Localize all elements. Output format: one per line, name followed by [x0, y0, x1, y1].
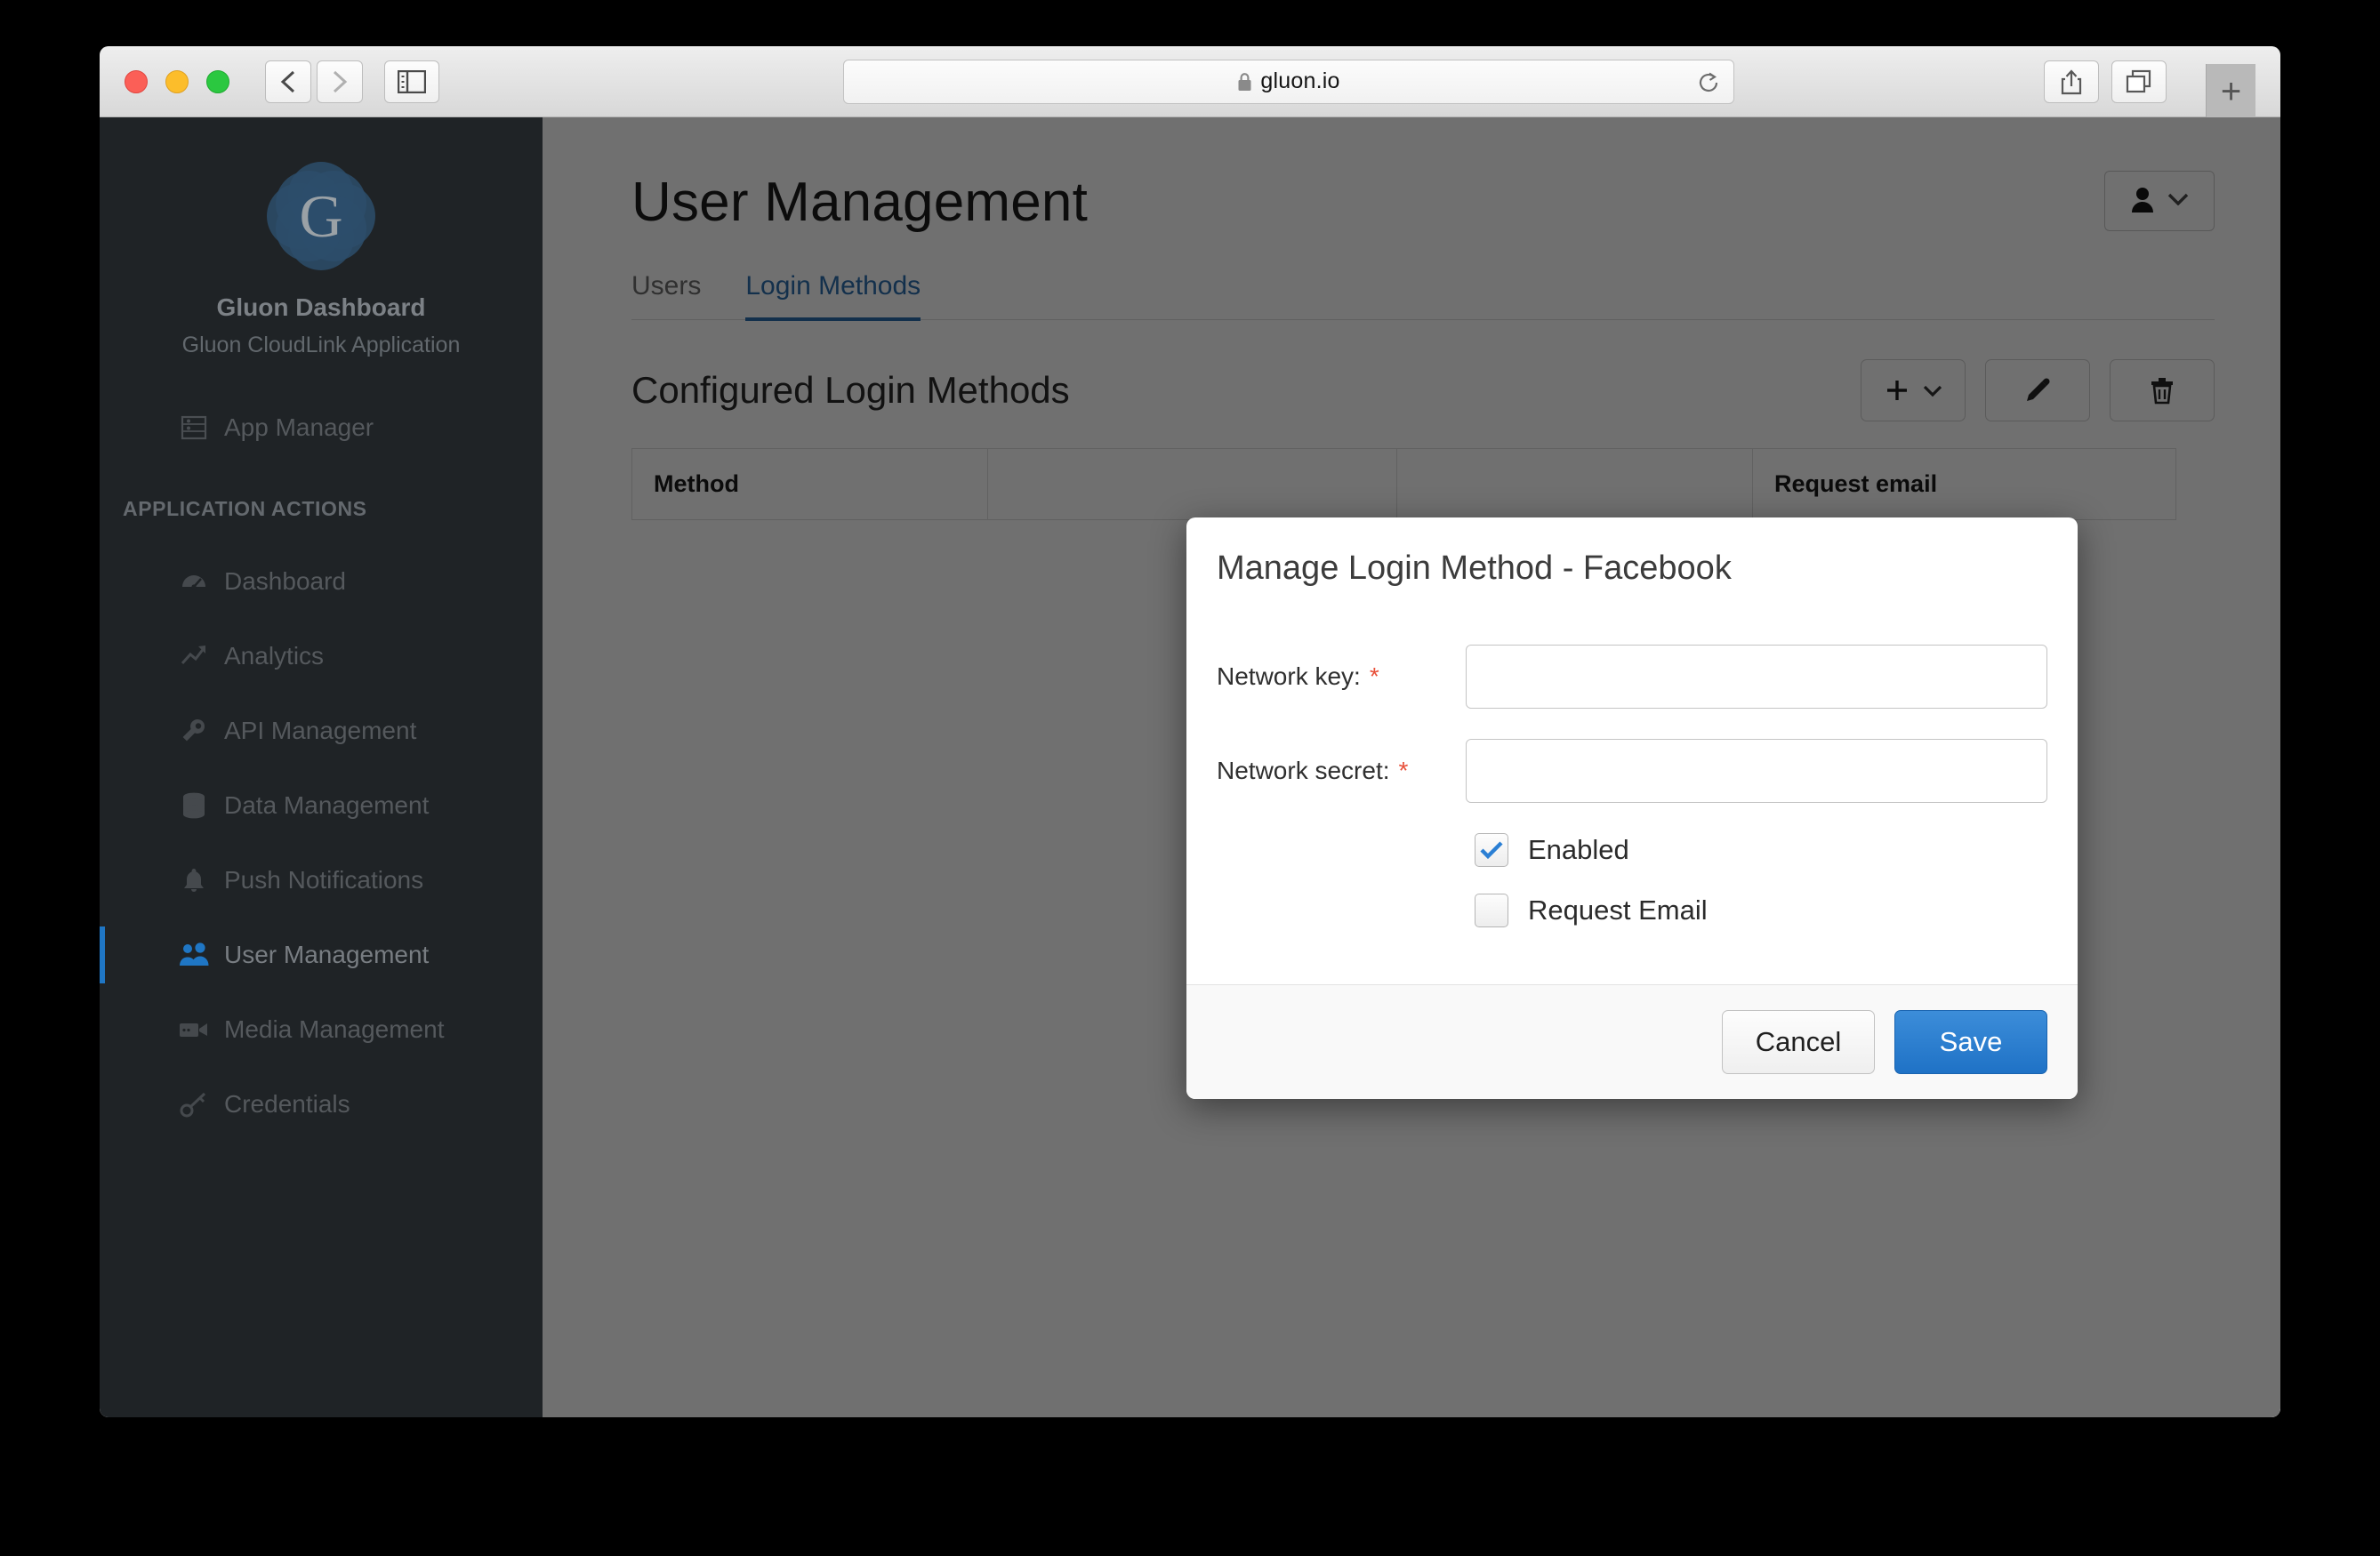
network-key-label: Network key: *	[1217, 662, 1379, 690]
toolbar-right-buttons	[2044, 60, 2167, 103]
sidebar-item-label: User Management	[224, 941, 430, 968]
sidebar-item-app-manager[interactable]: App Manager	[100, 390, 543, 465]
server-list-icon	[178, 412, 210, 444]
address-bar[interactable]: gluon.io	[843, 59, 1734, 104]
forward-button[interactable]	[317, 60, 363, 103]
enabled-label: Enabled	[1528, 834, 1629, 865]
brand-title: Gluon Dashboard	[216, 293, 426, 321]
sidebar-item-label: Credentials	[224, 1090, 350, 1118]
sidebar-item-dashboard[interactable]: Dashboard	[100, 544, 543, 619]
sidebar-item-label: Media Management	[224, 1015, 445, 1043]
maximize-window-button[interactable]	[206, 69, 229, 93]
sidebar-item-analytics[interactable]: Analytics	[100, 619, 543, 694]
browser-toolbar: gluon.io +	[100, 46, 2280, 119]
request-email-label: Request Email	[1528, 894, 1708, 926]
sidebar-item-label: Dashboard	[224, 567, 346, 595]
address-bar-url: gluon.io	[1260, 68, 1340, 93]
browser-window: gluon.io + G Gluon Dashboard Gluon Cloud…	[100, 46, 2280, 1417]
lock-icon	[1237, 72, 1252, 92]
manage-login-method-dialog: Manage Login Method - Facebook Network k…	[1186, 517, 2078, 1099]
tab-overview-button[interactable]	[2111, 60, 2167, 103]
modal-overlay[interactable]: Manage Login Method - Facebook Network k…	[543, 117, 2280, 1417]
sidebar-item-api-management[interactable]: API Management	[100, 694, 543, 768]
sidebar-toggle-button[interactable]	[384, 60, 439, 103]
cancel-button[interactable]: Cancel	[1722, 1010, 1875, 1074]
network-secret-row: Network secret: *	[1217, 739, 2047, 803]
sidebar-item-media-management[interactable]: Media Management	[100, 992, 543, 1067]
dialog-title: Manage Login Method - Facebook	[1217, 549, 1732, 587]
database-icon	[178, 790, 210, 822]
video-camera-icon	[178, 1014, 210, 1046]
sidebar-item-label: Data Management	[224, 791, 430, 819]
required-asterisk: *	[1398, 757, 1409, 784]
required-asterisk: *	[1369, 662, 1379, 690]
network-key-input[interactable]	[1466, 645, 2047, 709]
brand-block: G Gluon Dashboard Gluon CloudLink Applic…	[100, 117, 543, 358]
navigation-buttons	[265, 60, 363, 103]
sidebar: G Gluon Dashboard Gluon CloudLink Applic…	[100, 117, 543, 1417]
dialog-footer: Cancel Save	[1186, 984, 2078, 1099]
network-key-row: Network key: *	[1217, 645, 2047, 709]
page-container: G Gluon Dashboard Gluon CloudLink Applic…	[100, 117, 2280, 1417]
sidebar-item-label: Push Notifications	[224, 866, 424, 894]
enabled-checkbox-row[interactable]: Enabled	[1475, 833, 2047, 867]
gauge-icon	[178, 565, 210, 598]
sidebar-item-data-management[interactable]: Data Management	[100, 768, 543, 843]
close-window-button[interactable]	[125, 69, 148, 93]
sidebar-section-label: APPLICATION ACTIONS	[123, 497, 367, 520]
dialog-body: Network key: * Network secret: * Enabled…	[1186, 588, 2078, 984]
sidebar-item-push-notifications[interactable]: Push Notifications	[100, 843, 543, 918]
brand-subtitle: Gluon CloudLink Application	[181, 333, 461, 357]
users-icon	[178, 939, 210, 971]
share-button[interactable]	[2044, 60, 2099, 103]
new-tab-button[interactable]: +	[2206, 64, 2255, 119]
request-email-checkbox-row[interactable]: Request Email	[1475, 894, 2047, 927]
gluon-logo-icon: G	[267, 162, 375, 270]
reload-icon[interactable]	[1696, 70, 1721, 100]
sidebar-item-credentials[interactable]: Credentials	[100, 1067, 543, 1142]
main-content: User Management Users Login Methods Conf…	[543, 117, 2280, 1417]
window-controls	[125, 69, 229, 93]
enabled-checkbox[interactable]	[1475, 833, 1508, 867]
back-button[interactable]	[265, 60, 311, 103]
sidebar-item-user-management[interactable]: User Management	[100, 918, 543, 992]
sidebar-item-label: App Manager	[224, 413, 374, 441]
trend-up-icon	[178, 640, 210, 672]
request-email-checkbox[interactable]	[1475, 894, 1508, 927]
sidebar-item-label: API Management	[224, 717, 417, 744]
network-secret-label: Network secret: *	[1217, 757, 1409, 784]
sidebar-item-label: Analytics	[224, 642, 325, 670]
save-button[interactable]: Save	[1894, 1010, 2047, 1074]
bell-icon	[178, 864, 210, 896]
wrench-icon	[178, 715, 210, 747]
checkmark-icon	[1480, 841, 1503, 859]
key-icon	[178, 1088, 210, 1120]
logo-letter: G	[299, 181, 343, 250]
minimize-window-button[interactable]	[165, 69, 189, 93]
network-secret-input[interactable]	[1466, 739, 2047, 803]
